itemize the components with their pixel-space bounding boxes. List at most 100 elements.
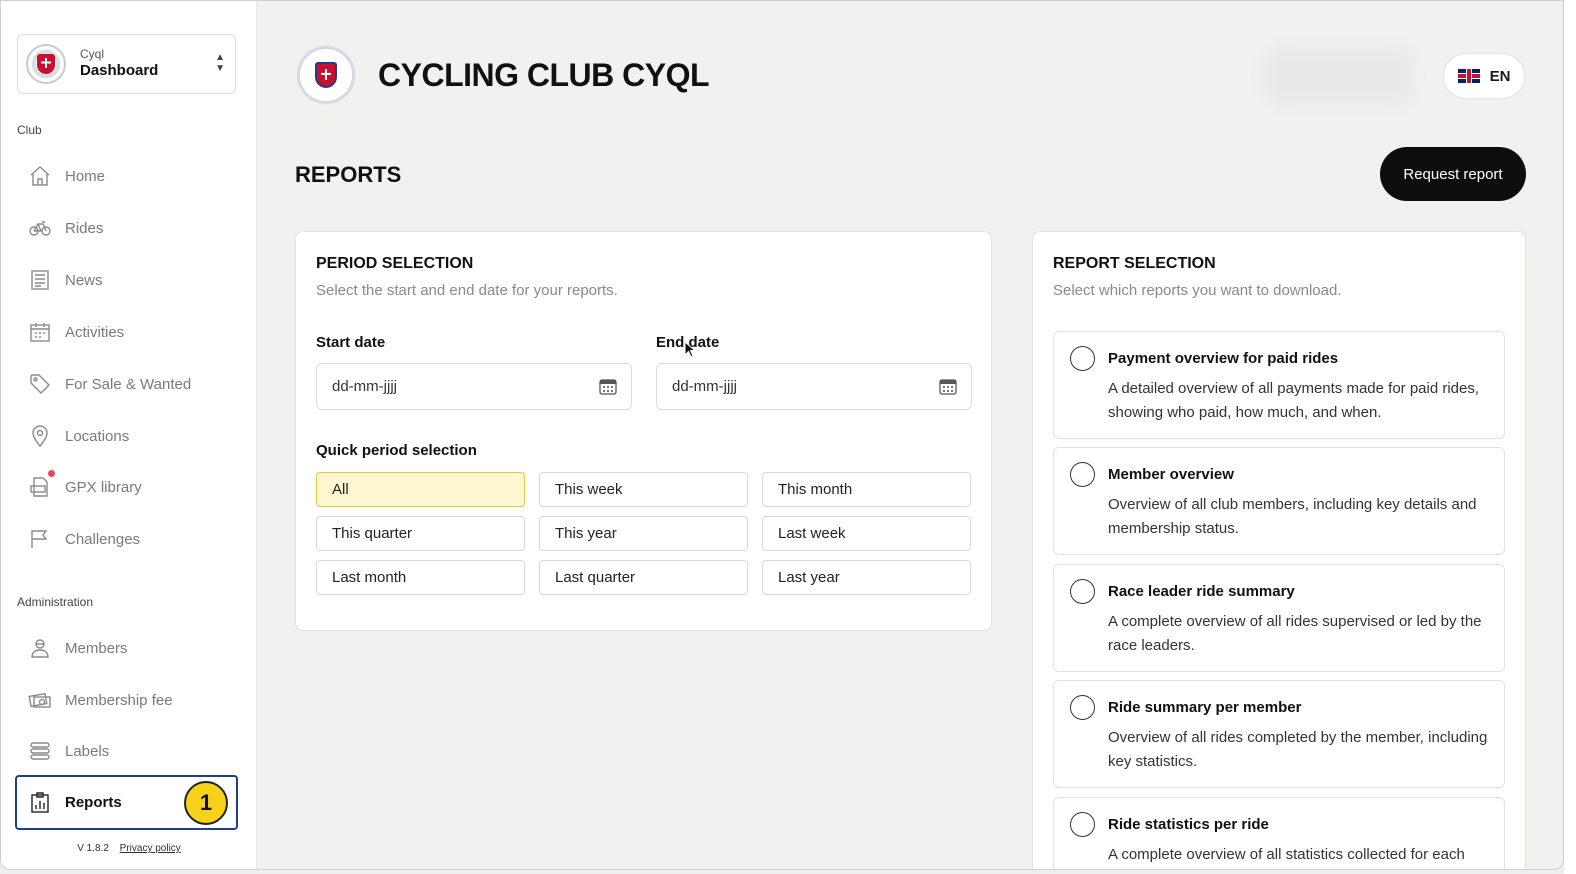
club-title: CYCLING CLUB CYQL: [378, 57, 710, 93]
mouse-cursor-icon: [684, 341, 696, 358]
end-date-value: dd-mm-jjjj: [672, 378, 737, 395]
quick-period-this-month[interactable]: This month: [762, 472, 971, 507]
uk-flag-icon: [1457, 69, 1480, 83]
org-switcher-title: Dashboard: [80, 62, 159, 79]
sidebar-item-labels[interactable]: Labels: [17, 726, 237, 776]
report-selection-card: REPORT SELECTION Select which reports yo…: [1032, 231, 1526, 869]
bicycle-icon: [27, 215, 53, 241]
radio-button[interactable]: [1070, 462, 1095, 487]
notification-dot: [48, 470, 55, 477]
sidebar-item-reports[interactable]: Reports 1: [15, 775, 238, 830]
calendar-icon[interactable]: [599, 378, 617, 395]
start-date-value: dd-mm-jjjj: [332, 378, 397, 395]
report-card-title: REPORT SELECTION: [1053, 255, 1216, 272]
org-switcher-subtitle: Cyql: [80, 47, 105, 61]
quick-period-last-year[interactable]: Last year: [762, 560, 971, 595]
sidebar-item-label: Activities: [65, 323, 125, 341]
radio-button[interactable]: [1070, 812, 1095, 837]
sidebar-item-label: Reports: [65, 794, 122, 811]
member-icon: [27, 635, 53, 661]
report-option-description: A detailed overview of all payments made…: [1108, 380, 1480, 421]
window-edge: [1564, 0, 1576, 874]
step-number-badge: 1: [184, 781, 228, 825]
sidebar-footer: V 1.8.2 Privacy policy: [1, 843, 257, 854]
radio-button[interactable]: [1070, 346, 1095, 371]
sidebar-item-label: Labels: [65, 742, 110, 760]
report-option-ride-summary-per-member[interactable]: Ride summary per member Overview of all …: [1053, 680, 1505, 788]
map-pin-icon: [27, 423, 53, 449]
radio-button[interactable]: [1070, 579, 1095, 604]
sidebar-item-label: Membership fee: [65, 691, 173, 709]
quick-period-this-week[interactable]: This week: [539, 472, 748, 507]
privacy-policy-link[interactable]: Privacy policy: [120, 843, 181, 854]
sidebar: Cyql Dashboard ▲ ▼ Club Home Rides News A…: [1, 1, 257, 869]
period-card-title: PERIOD SELECTION: [316, 255, 474, 272]
sidebar-item-news[interactable]: News: [17, 255, 237, 305]
sidebar-item-membership-fee[interactable]: Membership fee: [17, 675, 237, 725]
section-label-club: Club: [17, 123, 42, 137]
radio-button[interactable]: [1070, 695, 1095, 720]
sidebar-item-label: Locations: [65, 427, 130, 445]
report-icon: [27, 790, 53, 816]
sidebar-item-label: GPX library: [65, 478, 142, 496]
sidebar-item-label: Members: [65, 639, 128, 657]
home-icon: [27, 163, 53, 189]
blurred-user-area: [1263, 47, 1413, 105]
quick-period-last-quarter[interactable]: Last quarter: [539, 560, 748, 595]
language-selector[interactable]: EN: [1443, 53, 1525, 99]
report-option-payment-overview[interactable]: Payment overview for paid rides A detail…: [1053, 331, 1505, 439]
sidebar-item-label: Rides: [65, 219, 104, 237]
report-option-title: Member overview: [1108, 466, 1234, 483]
tag-icon: [27, 371, 53, 397]
page-title: REPORTS: [295, 162, 402, 187]
sidebar-item-locations[interactable]: Locations: [17, 411, 237, 461]
chevron-up-down-icon: ▲ ▼: [215, 52, 225, 74]
section-label-administration: Administration: [17, 595, 94, 609]
club-logo-icon: [297, 46, 355, 104]
version-label: V 1.8.2: [77, 843, 109, 854]
gpx-file-icon: [27, 470, 55, 500]
report-option-member-overview[interactable]: Member overview Overview of all club mem…: [1053, 447, 1505, 555]
report-option-title: Ride statistics per ride: [1108, 816, 1269, 833]
quick-period-label: Quick period selection: [316, 442, 477, 459]
request-report-button[interactable]: Request report: [1380, 147, 1526, 201]
sidebar-item-challenges[interactable]: Challenges: [17, 514, 237, 564]
club-logo-icon: [26, 44, 66, 84]
report-option-title: Ride summary per member: [1108, 699, 1302, 716]
period-selection-card: PERIOD SELECTION Select the start and en…: [295, 231, 992, 631]
sidebar-item-home[interactable]: Home: [17, 151, 237, 201]
start-date-input[interactable]: dd-mm-jjjj: [316, 363, 632, 410]
report-option-ride-statistics-per-ride[interactable]: Ride statistics per ride A complete over…: [1053, 797, 1505, 869]
calendar-icon[interactable]: [939, 378, 957, 395]
flag-icon: [27, 526, 53, 552]
report-option-title: Race leader ride summary: [1108, 583, 1295, 600]
sidebar-item-label: Challenges: [65, 530, 141, 548]
language-code: EN: [1489, 67, 1511, 85]
report-option-description: Overview of all club members, including …: [1108, 496, 1477, 537]
report-option-description: Overview of all rides completed by the m…: [1108, 729, 1488, 770]
money-icon: [27, 687, 53, 713]
quick-period-last-month[interactable]: Last month: [316, 560, 525, 595]
labels-icon: [27, 738, 53, 764]
quick-period-this-quarter[interactable]: This quarter: [316, 516, 525, 551]
sidebar-item-rides[interactable]: Rides: [17, 203, 237, 253]
sidebar-item-gpx-library[interactable]: GPX library: [17, 462, 237, 512]
sidebar-item-label: News: [65, 271, 103, 289]
end-date-input[interactable]: dd-mm-jjjj: [656, 363, 972, 410]
calendar-icon: [27, 319, 53, 345]
report-card-subtitle: Select which reports you want to downloa…: [1053, 282, 1342, 299]
organization-switcher[interactable]: Cyql Dashboard ▲ ▼: [17, 34, 236, 94]
quick-period-last-week[interactable]: Last week: [762, 516, 971, 551]
report-option-title: Payment overview for paid rides: [1108, 350, 1339, 367]
report-option-race-leader-summary[interactable]: Race leader ride summary A complete over…: [1053, 564, 1505, 672]
sidebar-item-label: Home: [65, 167, 106, 185]
sidebar-item-activities[interactable]: Activities: [17, 307, 237, 357]
period-card-subtitle: Select the start and end date for your r…: [316, 282, 618, 299]
sidebar-item-label: For Sale & Wanted: [65, 375, 192, 393]
sidebar-item-members[interactable]: Members: [17, 623, 237, 673]
sidebar-item-for-sale-wanted[interactable]: For Sale & Wanted: [17, 359, 237, 409]
report-option-description: A complete overview of all rides supervi…: [1108, 613, 1482, 654]
quick-period-this-year[interactable]: This year: [539, 516, 748, 551]
quick-period-all[interactable]: All: [316, 472, 525, 507]
report-option-description: A complete overview of all statistics co…: [1108, 846, 1465, 863]
